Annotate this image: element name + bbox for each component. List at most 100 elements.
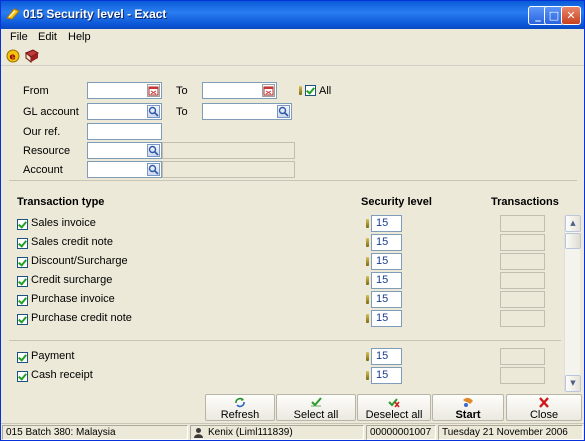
transaction-type-header: Transaction type	[17, 196, 105, 208]
resource-input[interactable]	[87, 142, 162, 159]
row-label: Sales invoice	[31, 217, 96, 229]
scroll-down-button[interactable]: ▼	[565, 375, 581, 392]
calendar-icon[interactable]	[147, 84, 160, 97]
maximize-icon: □	[548, 9, 560, 22]
table-row: Purchase credit note 15	[1, 310, 561, 329]
title-bar[interactable]: 015 Security level - Exact _ □ ✕	[1, 1, 584, 29]
transactions-count-field	[500, 253, 545, 270]
row-checkbox[interactable]	[17, 276, 28, 287]
to-date-input[interactable]	[202, 82, 277, 99]
our-ref-label: Our ref.	[23, 126, 61, 138]
table-row: Sales credit note 15	[1, 234, 561, 253]
security-level-input[interactable]: 15	[371, 253, 402, 270]
toolbar: e	[1, 46, 584, 66]
security-level-input[interactable]: 15	[371, 348, 402, 365]
resource-description-field	[162, 142, 295, 159]
select-all-button[interactable]: Select all	[276, 394, 356, 421]
transactions-count-field	[500, 310, 545, 327]
row-checkbox[interactable]	[17, 257, 28, 268]
required-indicator	[366, 257, 369, 266]
menu-edit[interactable]: Edit	[38, 31, 57, 43]
security-level-input[interactable]: 15	[371, 310, 402, 327]
status-user-text: Kenix (Liml111839)	[208, 427, 293, 438]
security-level-input[interactable]: 15	[371, 272, 402, 289]
deselect-all-label: Deselect all	[365, 409, 423, 421]
row-checkbox[interactable]	[17, 371, 28, 382]
transactions-count-field	[500, 367, 545, 384]
status-batch: 015 Batch 380: Malaysia	[2, 425, 188, 440]
our-ref-input[interactable]	[87, 123, 162, 140]
row-checkbox[interactable]	[17, 314, 28, 325]
transactions-count-field	[500, 272, 545, 289]
menu-bar: File Edit Help	[1, 29, 584, 46]
lookup-icon[interactable]	[277, 105, 290, 118]
table-row: Cash receipt 15	[1, 367, 561, 386]
exact-logo-icon[interactable]: e	[6, 49, 20, 63]
table-row: Sales invoice 15	[1, 215, 561, 234]
refresh-button[interactable]: Refresh	[205, 394, 275, 421]
security-level-input[interactable]: 15	[371, 367, 402, 384]
book-icon[interactable]	[25, 49, 39, 63]
lookup-icon[interactable]	[147, 144, 160, 157]
required-indicator	[366, 295, 369, 304]
menu-file[interactable]: File	[10, 31, 28, 43]
arrow-down-icon: ▼	[570, 379, 576, 387]
lookup-icon[interactable]	[147, 105, 160, 118]
row-label: Purchase invoice	[31, 293, 115, 305]
required-indicator	[366, 352, 369, 361]
table-row: Payment 15	[1, 348, 561, 367]
close-button[interactable]: Close	[506, 394, 582, 421]
security-level-header: Security level	[361, 196, 432, 208]
start-button[interactable]: Start	[432, 394, 504, 421]
deselect-all-button[interactable]: Deselect all	[357, 394, 431, 421]
row-checkbox[interactable]	[17, 219, 28, 230]
exact-app-icon	[6, 8, 20, 20]
action-bar: Refresh Select all Deselect all Start Cl…	[1, 393, 584, 422]
account-description-field	[162, 161, 295, 178]
row-checkbox[interactable]	[17, 238, 28, 249]
table-row: Discount/Surcharge 15	[1, 253, 561, 272]
scroll-up-button[interactable]: ▲	[565, 215, 581, 232]
close-window-button[interactable]: ✕	[561, 6, 581, 25]
status-user: Kenix (Liml111839)	[190, 425, 364, 440]
row-checkbox[interactable]	[17, 352, 28, 363]
account-input[interactable]	[87, 161, 162, 178]
from-date-input[interactable]	[87, 82, 162, 99]
user-icon	[194, 428, 203, 438]
deselect-all-icon	[388, 398, 400, 408]
status-date: Tuesday 21 November 2006	[438, 425, 583, 440]
calendar-icon[interactable]	[262, 84, 275, 97]
required-indicator	[299, 86, 302, 95]
scroll-thumb[interactable]	[565, 233, 581, 249]
menu-help[interactable]: Help	[68, 31, 91, 43]
window-title: 015 Security level - Exact	[23, 7, 167, 21]
application-window: 015 Security level - Exact _ □ ✕ File Ed…	[0, 0, 585, 441]
start-label: Start	[455, 409, 481, 421]
row-label: Credit surcharge	[31, 274, 113, 286]
row-checkbox[interactable]	[17, 295, 28, 306]
row-label: Sales credit note	[31, 236, 113, 248]
all-label: All	[319, 85, 332, 97]
status-bar: 015 Batch 380: Malaysia Kenix (Liml11183…	[1, 423, 584, 440]
gl-account-to-input[interactable]	[202, 103, 292, 120]
required-indicator	[366, 276, 369, 285]
table-row: Credit surcharge 15	[1, 272, 561, 291]
lookup-icon[interactable]	[147, 163, 160, 176]
all-checkbox[interactable]	[305, 85, 316, 96]
to-label: To	[176, 85, 188, 97]
gl-account-label: GL account	[23, 106, 79, 118]
group-divider	[9, 340, 561, 341]
gl-account-from-input[interactable]	[87, 103, 162, 120]
row-label: Discount/Surcharge	[31, 255, 128, 267]
row-label: Payment	[31, 350, 75, 362]
resource-label: Resource	[23, 145, 71, 157]
security-level-input[interactable]: 15	[371, 234, 402, 251]
transactions-header: Transactions	[491, 196, 559, 208]
security-level-input[interactable]: 15	[371, 215, 402, 232]
required-indicator	[366, 238, 369, 247]
refresh-icon	[235, 397, 245, 408]
vertical-scrollbar[interactable]: ▲ ▼	[564, 215, 581, 392]
from-label: From	[23, 85, 49, 97]
security-level-input[interactable]: 15	[371, 291, 402, 308]
transactions-count-field	[500, 215, 545, 232]
